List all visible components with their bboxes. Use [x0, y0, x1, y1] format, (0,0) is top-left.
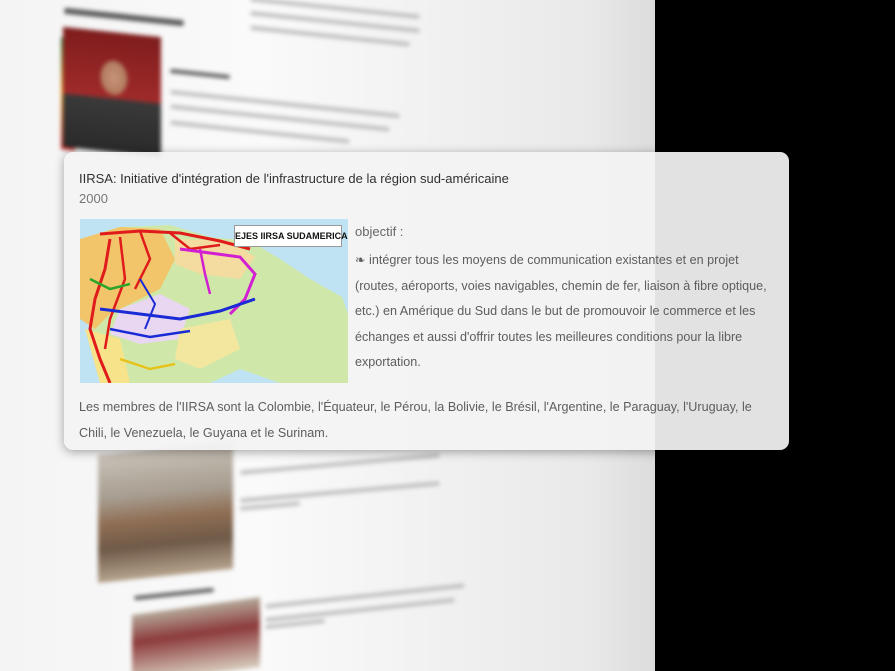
- iirsa-tooltip-card: IIRSA: Initiative d'intégration de l'inf…: [64, 152, 789, 450]
- background-text-line: [170, 89, 400, 119]
- map-legend-label: EJES IIRSA SUDAMERICA: [234, 225, 348, 247]
- background-portrait-image: [63, 26, 161, 158]
- background-text-line: [239, 501, 301, 511]
- background-text-line: [265, 583, 465, 609]
- tooltip-year: 2000: [79, 191, 108, 206]
- background-text-line: [240, 453, 440, 475]
- background-photo-image: [132, 597, 260, 671]
- background-text-line: [240, 481, 440, 503]
- background-heading: [134, 587, 214, 601]
- tooltip-title: IIRSA: Initiative d'intégration de l'inf…: [79, 171, 509, 186]
- iirsa-map-image: EJES IIRSA SUDAMERICA: [80, 219, 348, 383]
- objective-description: ❧ intégrer tous les moyens de communicat…: [355, 253, 767, 369]
- members-paragraph: Les membres de l'IIRSA sont la Colombie,…: [79, 400, 752, 440]
- objective-label: objectif :: [355, 224, 404, 239]
- background-street-image: [98, 440, 233, 584]
- background-heading: [64, 7, 184, 27]
- background-heading: [169, 68, 231, 80]
